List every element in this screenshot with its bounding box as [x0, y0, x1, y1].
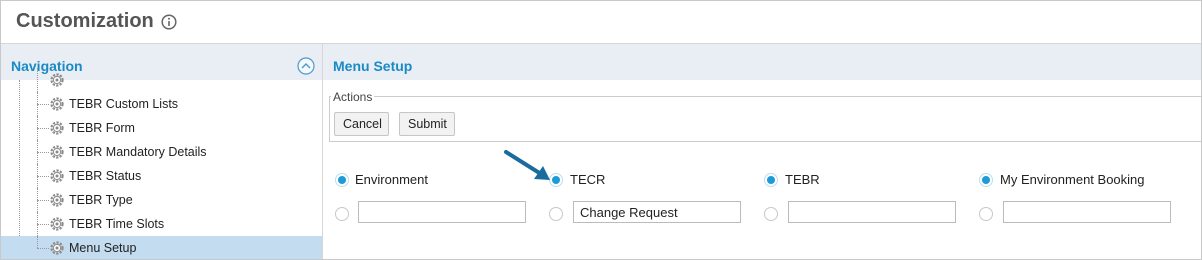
- tree-item-tebr-form[interactable]: TEBR Form: [1, 116, 322, 140]
- tree-item-partial[interactable]: [1, 68, 322, 92]
- tecr-custom-radio[interactable]: [549, 207, 563, 221]
- actions-legend: Actions: [331, 90, 375, 104]
- submit-button[interactable]: Submit: [399, 112, 455, 136]
- tree-item-tebr-time-slots[interactable]: TEBR Time Slots: [1, 212, 322, 236]
- my-environment-booking-radio[interactable]: [979, 173, 993, 187]
- tree-item-tebr-status[interactable]: TEBR Status: [1, 164, 322, 188]
- gear-icon: [50, 169, 64, 183]
- tree-item-label: TEBR Form: [69, 121, 135, 135]
- tree-item-label: Menu Setup: [69, 241, 137, 255]
- gear-icon: [50, 145, 64, 159]
- tree-item-label: TEBR Status: [69, 169, 142, 183]
- page-header: Customization: [1, 1, 1201, 44]
- tebr-radio[interactable]: [764, 173, 778, 187]
- tree-item-menu-setup[interactable]: Menu Setup: [1, 236, 322, 259]
- gear-icon: [50, 121, 64, 135]
- gear-icon: [50, 73, 64, 87]
- tree-item-tebr-type[interactable]: TEBR Type: [1, 188, 322, 212]
- my-environment-booking-label: My Environment Booking: [1000, 172, 1145, 187]
- gear-icon: [50, 217, 64, 231]
- arrow-pointer-icon: [504, 150, 550, 180]
- environment-radio[interactable]: [335, 173, 349, 187]
- tree-item-tebr-mandatory-details[interactable]: TEBR Mandatory Details: [1, 140, 322, 164]
- tree-item-label: TEBR Custom Lists: [69, 97, 179, 111]
- actions-fieldset: [329, 96, 1201, 142]
- content-header: Menu Setup: [323, 44, 1201, 80]
- tree-item-label: TEBR Type: [69, 193, 133, 207]
- gear-icon: [50, 241, 64, 255]
- tecr-custom-input[interactable]: [573, 201, 741, 223]
- tecr-label: TECR: [570, 172, 606, 187]
- menu-setup-panel: Menu Setup Actions Cancel Submit Environ…: [323, 44, 1201, 259]
- tebr-custom-radio[interactable]: [764, 207, 778, 221]
- gear-icon: [50, 97, 64, 111]
- environment-custom-radio[interactable]: [335, 207, 349, 221]
- info-circle-icon[interactable]: [161, 14, 177, 30]
- tree-item-label: TEBR Time Slots: [69, 217, 165, 231]
- gear-icon: [50, 193, 64, 207]
- navigation-tree: TEBR Custom Lists TEBR Form TEBR Mandato…: [1, 68, 322, 259]
- customization-window: Customization Navigation TEBR Custom Lis…: [0, 0, 1202, 260]
- tree-item-label: TEBR Mandatory Details: [69, 145, 207, 159]
- tebr-custom-input[interactable]: [788, 201, 956, 223]
- tree-item-tebr-custom-lists[interactable]: TEBR Custom Lists: [1, 92, 322, 116]
- my-environment-booking-custom-input[interactable]: [1003, 201, 1171, 223]
- tebr-label: TEBR: [785, 172, 820, 187]
- navigation-panel: Navigation TEBR Custom Lists TEBR Form T…: [1, 44, 323, 259]
- my-environment-booking-custom-radio[interactable]: [979, 207, 993, 221]
- environment-custom-input[interactable]: [358, 201, 526, 223]
- cancel-button[interactable]: Cancel: [334, 112, 389, 136]
- content-title: Menu Setup: [333, 58, 413, 74]
- environment-label: Environment: [355, 172, 428, 187]
- page-title: Customization: [16, 10, 154, 32]
